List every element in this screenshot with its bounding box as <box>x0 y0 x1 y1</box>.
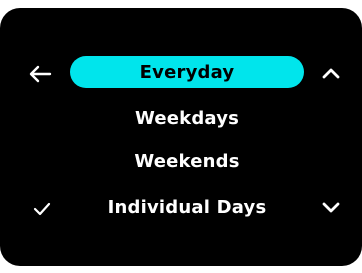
menu-item-label: Individual Days <box>107 196 267 218</box>
menu-item-weekends[interactable]: Weekends <box>70 145 304 177</box>
device-screen: Everyday Weekdays Weekends Individual Da… <box>0 8 362 266</box>
left-arrow-icon[interactable] <box>28 64 52 84</box>
chevron-up-icon[interactable] <box>320 65 342 81</box>
menu-item-weekdays[interactable]: Weekdays <box>70 102 304 134</box>
checkmark-icon <box>33 201 51 217</box>
menu-item-label: Weekends <box>134 150 240 172</box>
menu-item-label: Weekdays <box>134 107 240 129</box>
menu-item-individual-days[interactable]: Individual Days <box>70 191 304 223</box>
chevron-down-icon[interactable] <box>320 200 342 216</box>
menu-item-label: Everyday <box>139 61 235 83</box>
menu-item-everyday[interactable]: Everyday <box>70 56 304 88</box>
